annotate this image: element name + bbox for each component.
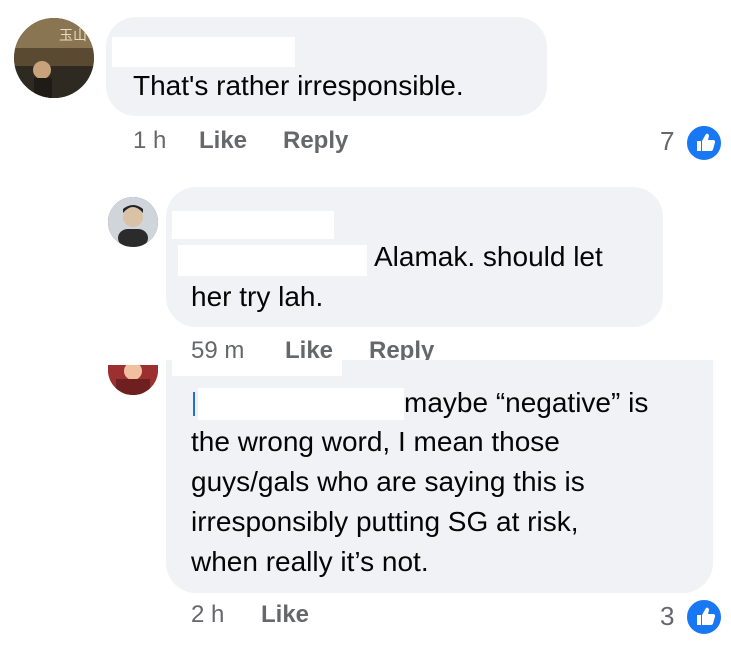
avatar[interactable]: 玉山 bbox=[14, 18, 94, 98]
like-button[interactable]: Like bbox=[261, 601, 309, 628]
mention-link[interactable] bbox=[178, 245, 367, 276]
svg-text:玉山: 玉山 bbox=[59, 28, 87, 44]
comment-time[interactable]: 2 h bbox=[191, 601, 224, 628]
like-button[interactable]: Like bbox=[199, 127, 247, 154]
like-icon[interactable] bbox=[685, 124, 723, 162]
comment-text-line-1: maybe “negative” is bbox=[404, 387, 649, 418]
comment-text-line-1: Alamak. should let bbox=[374, 241, 603, 272]
author-name[interactable] bbox=[172, 211, 334, 239]
comment-time[interactable]: 1 h bbox=[133, 127, 166, 154]
author-name[interactable] bbox=[172, 360, 342, 376]
comment-meta: 1 h bbox=[133, 127, 166, 155]
reaction-count[interactable]: 3 bbox=[660, 601, 674, 632]
like-icon[interactable] bbox=[685, 598, 723, 636]
mention-link[interactable] bbox=[198, 388, 404, 420]
comment-text: That's rather irresponsible. bbox=[133, 70, 464, 101]
comment-text-line-3: guys/gals who are saying this is bbox=[191, 466, 585, 497]
reaction-count[interactable]: 7 bbox=[660, 126, 674, 157]
comment-text-line-4: irresponsibly putting SG at risk, bbox=[191, 506, 579, 537]
comment-text-line-2: her try lah. bbox=[191, 281, 324, 312]
comment-text-line-5: when really it’s not. bbox=[191, 546, 429, 577]
reply-button[interactable]: Reply bbox=[283, 127, 348, 154]
avatar[interactable] bbox=[108, 365, 158, 395]
comment-text-line-2: the wrong word, I mean those bbox=[191, 426, 560, 457]
author-name[interactable] bbox=[112, 37, 295, 67]
avatar[interactable] bbox=[108, 197, 158, 247]
